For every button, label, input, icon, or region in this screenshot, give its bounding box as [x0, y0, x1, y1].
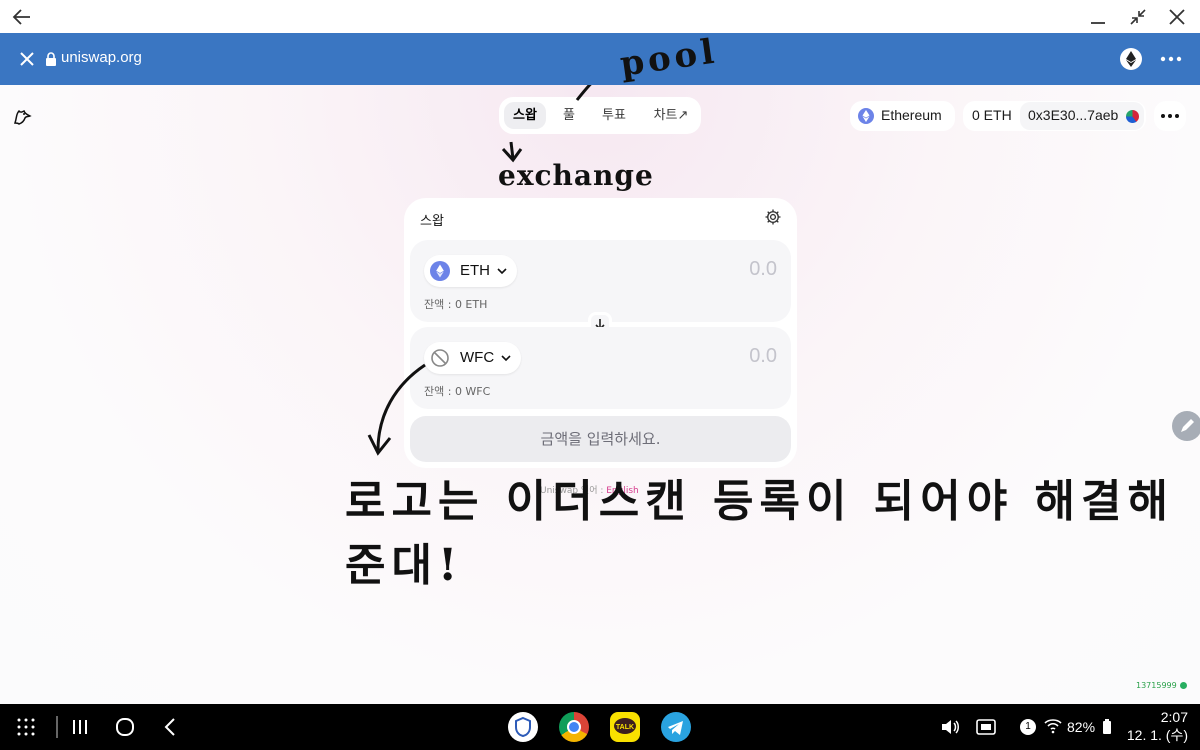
system-navigation-bar: TALK 1 82% 2:07 12. 1. (수) — [0, 704, 1200, 750]
security-app-icon[interactable] — [508, 712, 538, 742]
tab-pool[interactable]: 풀 — [553, 102, 585, 129]
to-balance: 잔액 : 0 WFC — [424, 385, 491, 398]
to-token-symbol: WFC — [460, 349, 495, 366]
lock-icon — [46, 52, 56, 66]
pencil-icon — [1181, 419, 1194, 432]
chevron-down-icon — [501, 355, 511, 362]
more-options-icon[interactable] — [1158, 48, 1184, 70]
wallet-address-button[interactable]: 0x3E30...7aeb — [1020, 102, 1144, 130]
close-icon[interactable] — [17, 49, 37, 69]
swap-to-panel: WFC 0.0 잔액 : 0 WFC — [410, 327, 791, 409]
restore-icon[interactable] — [1126, 5, 1150, 29]
chrome-icon[interactable] — [559, 712, 589, 742]
back-arrow-icon[interactable] — [10, 5, 34, 29]
kakaotalk-icon[interactable]: TALK — [610, 712, 640, 742]
screen-capture-icon[interactable] — [975, 717, 997, 737]
time: 2:07 — [1160, 709, 1188, 725]
swap-card: 스왑 ETH 0.0 잔액 : 0 ETH WFC 0.0 잔액: 0 WFC… — [404, 198, 797, 468]
wallet-avatar — [1126, 110, 1139, 123]
window-titlebar — [0, 0, 1200, 33]
annotation-note: 로고는 이더스캔 등록이 되어야 해결해준대! — [345, 476, 1174, 591]
status-dot — [1180, 682, 1187, 689]
from-balance: 잔액 : 0 ETH — [424, 298, 488, 311]
url-text[interactable]: uniswap.org — [61, 49, 142, 66]
notification-count-badge: 1 — [1020, 719, 1036, 735]
svg-text:TALK: TALK — [616, 724, 634, 731]
edit-pencil-button[interactable] — [1172, 411, 1200, 441]
swap-title: 스왑 — [420, 214, 444, 229]
block-number: 13715999 — [1136, 681, 1177, 690]
from-token-symbol: ETH — [460, 262, 490, 279]
eth-token-icon — [430, 261, 450, 281]
uniswap-logo-icon[interactable] — [12, 105, 34, 127]
wallet-address: 0x3E30...7aeb — [1028, 107, 1119, 123]
unknown-token-icon — [431, 349, 449, 367]
tab-swap[interactable]: 스왑 — [504, 102, 546, 129]
network-label: Ethereum — [881, 107, 942, 123]
account-pill[interactable]: 0 ETH 0x3E30...7aeb — [963, 101, 1146, 131]
eth-balance: 0 ETH — [972, 107, 1012, 123]
swap-from-panel: ETH 0.0 잔액 : 0 ETH — [410, 240, 791, 322]
battery-icon — [1103, 719, 1111, 734]
to-token-selector[interactable]: WFC — [424, 342, 521, 374]
close-window-icon[interactable] — [1165, 5, 1189, 29]
network-selector[interactable]: Ethereum — [850, 101, 955, 131]
browser-url-bar: uniswap.org — [0, 33, 1200, 85]
main-nav-tabs: 스왑 풀 투표 차트↗ — [499, 97, 701, 134]
recent-apps-icon[interactable] — [70, 717, 90, 737]
uniswap-page: 스왑 풀 투표 차트↗ Ethereum 0 ETH 0x3E30...7aeb… — [0, 85, 1200, 704]
back-icon[interactable] — [160, 716, 182, 738]
from-amount-input[interactable]: 0.0 — [749, 258, 777, 281]
chevron-down-icon — [497, 268, 507, 275]
clock: 2:07 12. 1. (수) — [1127, 708, 1188, 744]
ellipsis-icon — [1161, 114, 1179, 118]
settings-gear-icon[interactable] — [764, 208, 782, 226]
date: 12. 1. (수) — [1126, 727, 1188, 743]
telegram-icon[interactable] — [661, 712, 691, 742]
to-amount-input[interactable]: 0.0 — [749, 345, 777, 368]
volume-icon[interactable] — [940, 718, 960, 736]
minimize-icon[interactable] — [1086, 5, 1110, 29]
ethereum-icon — [858, 108, 874, 124]
tab-vote[interactable]: 투표 — [594, 102, 634, 129]
from-token-selector[interactable]: ETH — [424, 255, 517, 287]
ethereum-extension-icon[interactable] — [1120, 48, 1142, 70]
tab-chart[interactable]: 차트↗ — [647, 102, 695, 129]
enter-amount-button[interactable]: 금액을 입력하세요. — [410, 416, 791, 462]
battery-percent: 82% — [1067, 719, 1096, 735]
menu-more-button[interactable] — [1154, 101, 1186, 131]
home-icon[interactable] — [114, 716, 136, 738]
wifi-icon — [1044, 719, 1062, 734]
apps-grid-icon[interactable] — [16, 717, 36, 737]
annotation-exchange: exchange — [498, 159, 654, 192]
divider — [56, 716, 58, 738]
